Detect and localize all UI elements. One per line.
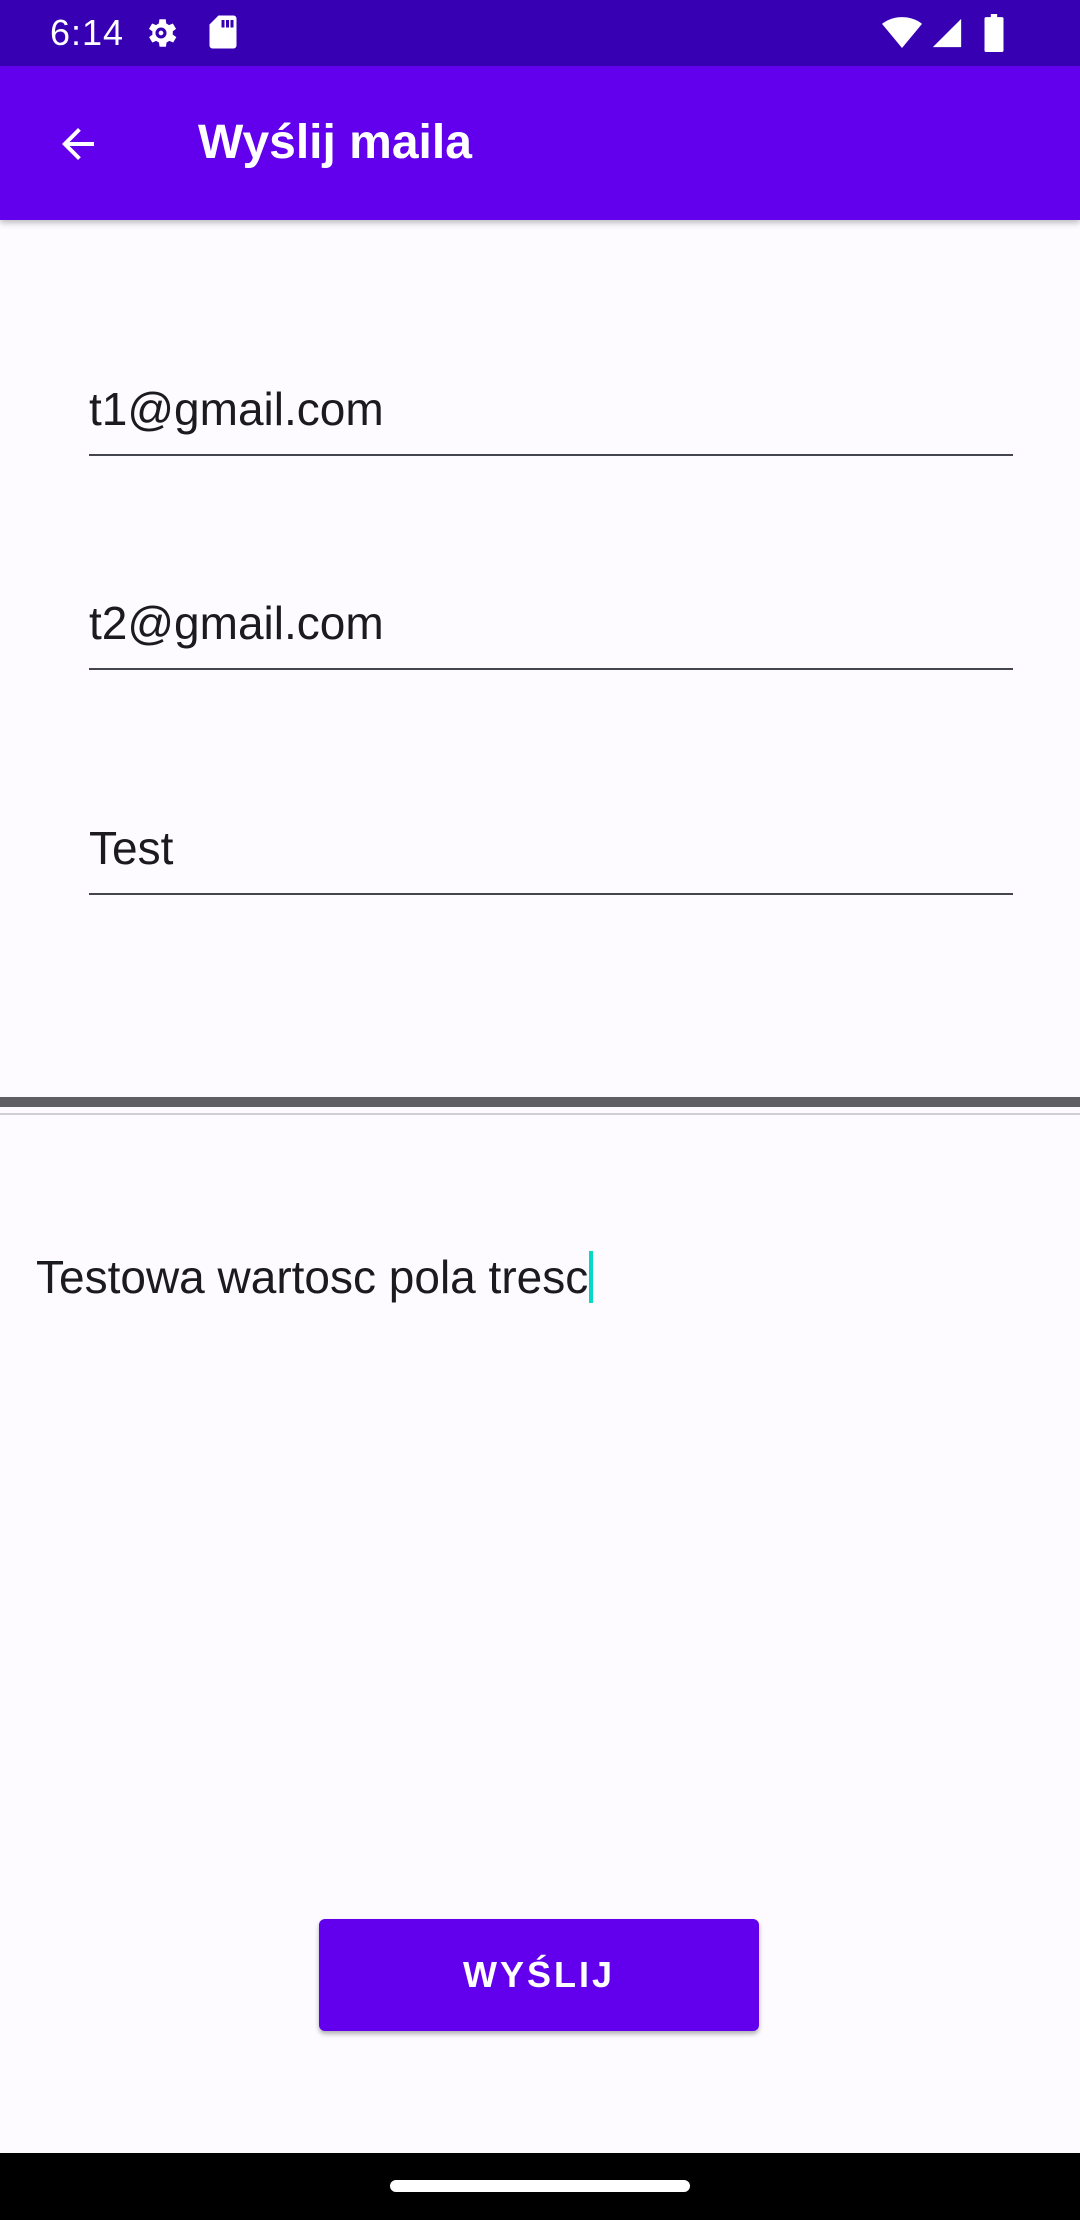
home-handle[interactable] xyxy=(390,2180,690,2192)
body-text-field[interactable]: Testowa wartosc pola tresc xyxy=(36,1248,594,1306)
cc-field[interactable] xyxy=(89,570,1013,670)
body-text-value: Testowa wartosc pola tresc xyxy=(36,1251,589,1303)
signal-icon xyxy=(932,18,962,48)
gear-icon xyxy=(148,19,177,47)
battery-icon xyxy=(984,14,1004,52)
wifi-icon xyxy=(882,17,922,48)
app-bar: Wyślij maila xyxy=(0,66,1080,220)
to-input[interactable] xyxy=(89,382,1013,436)
page-title: Wyślij maila xyxy=(198,116,472,169)
back-button[interactable] xyxy=(30,96,126,192)
status-bar: 6:14 xyxy=(0,0,1080,66)
send-button[interactable]: WYŚLIJ xyxy=(319,1919,759,2031)
to-field[interactable] xyxy=(89,356,1013,456)
navigation-bar xyxy=(0,2153,1080,2220)
body-text-area[interactable]: Testowa wartosc pola tresc xyxy=(0,1116,1080,1836)
screen: 6:14 Wyślij maila t1@gmail.com t2@gmail.… xyxy=(0,0,1080,2220)
status-time: 6:14 xyxy=(50,12,125,53)
divider-thin xyxy=(0,1113,1080,1115)
divider xyxy=(0,1097,1080,1107)
text-cursor xyxy=(589,1251,594,1303)
cc-input[interactable] xyxy=(89,596,1013,650)
subject-input[interactable] xyxy=(89,821,1013,875)
subject-field[interactable] xyxy=(89,795,1013,895)
arrow-back-icon xyxy=(62,128,94,160)
sd-card-icon xyxy=(209,15,237,49)
